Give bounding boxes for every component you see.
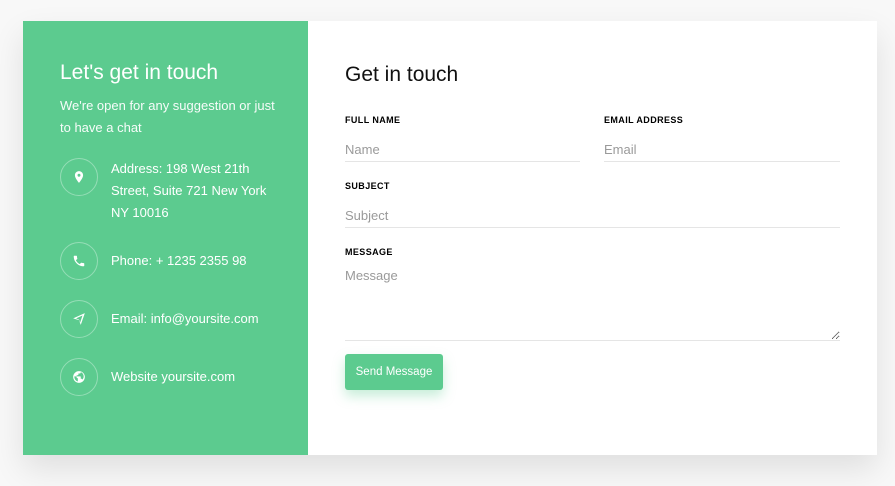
phone-text: Phone: + 1235 2355 98 (111, 242, 271, 272)
phone-value: + 1235 2355 98 (152, 253, 247, 268)
full-name-input[interactable] (345, 137, 580, 162)
form-title: Get in touch (345, 63, 459, 86)
message-label: Message (345, 247, 393, 257)
website-text: Website yoursite.com (111, 358, 271, 388)
subject-label: Subject (345, 181, 390, 191)
info-subtitle: We're open for any suggestion or just to… (60, 98, 275, 135)
email-key: Email: (111, 311, 148, 326)
paper-plane-icon (60, 300, 98, 338)
send-message-button[interactable]: Send Message (345, 354, 443, 390)
globe-icon (60, 358, 98, 396)
map-marker-icon (60, 158, 98, 196)
contact-form: Get in touch Full Name Email Address Sub… (308, 21, 877, 455)
address-key: Address: (111, 161, 163, 176)
full-name-label: Full Name (345, 115, 401, 125)
email-item: Email: info@yoursite.com (60, 300, 271, 338)
message-textarea[interactable] (345, 266, 840, 341)
contact-card: Let's get in touch We're open for any su… (23, 21, 877, 455)
contact-info-panel: Let's get in touch We're open for any su… (23, 21, 308, 455)
subject-input[interactable] (345, 203, 840, 228)
phone-key: Phone: (111, 253, 153, 268)
website-key: Website (111, 369, 158, 384)
email-value[interactable]: info@yoursite.com (147, 311, 259, 326)
email-input[interactable] (604, 137, 840, 162)
phone-item: Phone: + 1235 2355 98 (60, 242, 271, 280)
phone-icon (60, 242, 98, 280)
website-item: Website yoursite.com (60, 358, 271, 396)
email-address-label: Email Address (604, 115, 684, 125)
website-value[interactable]: yoursite.com (158, 369, 235, 384)
email-text: Email: info@yoursite.com (111, 300, 271, 330)
address-item: Address: 198 West 21th Street, Suite 721… (60, 158, 271, 224)
info-title: Let's get in touch (60, 61, 219, 84)
address-text: Address: 198 West 21th Street, Suite 721… (111, 158, 271, 224)
